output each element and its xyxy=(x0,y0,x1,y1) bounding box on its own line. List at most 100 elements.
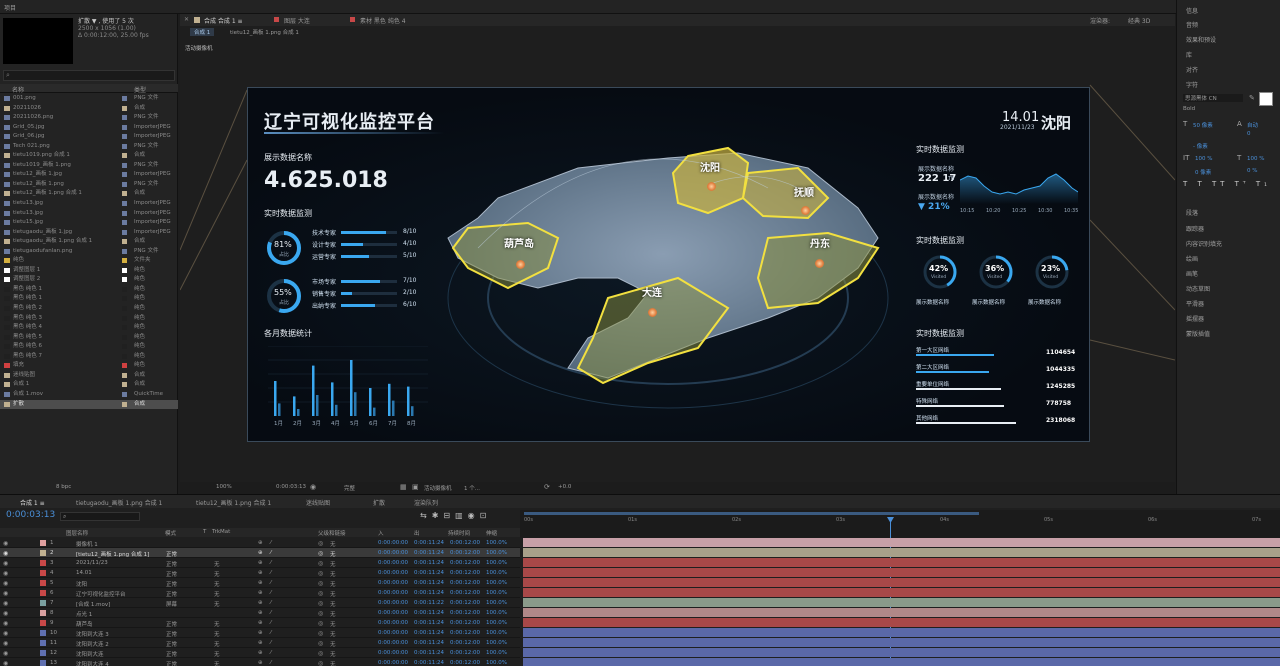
layer-parent[interactable]: 无 xyxy=(330,590,336,598)
layer-mode[interactable]: 正常 xyxy=(166,660,177,666)
pickwhip-icon[interactable]: ◎ xyxy=(318,660,323,666)
visibility-eye-icon[interactable]: ◉ xyxy=(3,580,8,587)
layer-out[interactable]: 0:00:11:24 xyxy=(414,560,444,566)
layer-stretch[interactable]: 100.0% xyxy=(486,620,507,626)
col-stretch[interactable]: 伸缩 xyxy=(486,529,497,537)
panel-tab[interactable]: 摇摆器 xyxy=(1186,314,1204,323)
layer-parent[interactable]: 无 xyxy=(330,650,336,658)
pickwhip-icon[interactable]: ◎ xyxy=(318,630,323,637)
layer-in[interactable]: 0:00:00:00 xyxy=(378,580,408,586)
layer-trkmat[interactable]: 无 xyxy=(214,620,220,628)
visibility-eye-icon[interactable]: ◉ xyxy=(3,650,8,657)
timeline-tab[interactable]: 迷线贴图 xyxy=(306,498,330,507)
layer-search-input[interactable]: ⌕ xyxy=(60,512,140,521)
project-item[interactable]: Grid_06.jpg ImporterJPEG xyxy=(0,132,178,142)
layer-out[interactable]: 0:00:11:24 xyxy=(414,590,444,596)
project-item[interactable]: tietugaodufanlan.png PNG 文件 xyxy=(0,247,178,257)
layer-in[interactable]: 0:00:00:00 xyxy=(378,650,408,656)
layer-duration-bar[interactable] xyxy=(523,648,1280,657)
layer-in[interactable]: 0:00:00:00 xyxy=(378,630,408,636)
view-count-select[interactable]: 1 个... xyxy=(464,484,480,492)
label-color-swatch[interactable] xyxy=(122,267,127,273)
layer-stretch[interactable]: 100.0% xyxy=(486,580,507,586)
pickwhip-icon[interactable]: ◎ xyxy=(318,650,323,657)
project-item[interactable]: tietu1019.png 合成 1 合成 xyxy=(0,151,178,161)
layer-duration[interactable]: 0:00:12:00 xyxy=(450,580,480,586)
layer-trkmat[interactable]: 无 xyxy=(214,660,220,666)
layer-name[interactable]: 辽宁可视化监控平台 xyxy=(76,590,126,598)
layer-trkmat[interactable]: 无 xyxy=(214,640,220,648)
project-item[interactable]: tietu12_画板 1.png 合成 1 合成 xyxy=(0,189,178,199)
viewer-timecode[interactable]: 0:00:03:13 xyxy=(276,484,306,490)
tab-layer[interactable]: 图层 大连 xyxy=(284,16,310,25)
layer-parent[interactable]: 无 xyxy=(330,660,336,666)
project-item[interactable]: tietu12_画板 1.png PNG 文件 xyxy=(0,180,178,190)
project-item[interactable]: 黑色 纯色 2 纯色 xyxy=(0,304,178,314)
layer-mode[interactable]: 正常 xyxy=(166,560,177,568)
tracking-value[interactable]: 0 xyxy=(1247,131,1251,137)
layer-duration[interactable]: 0:00:12:00 xyxy=(450,640,480,646)
layer-label-color[interactable] xyxy=(40,640,46,646)
timeline-tab[interactable]: tietu12_画板 1.png 合成 1 xyxy=(196,498,271,507)
baseline-value[interactable]: 0 像素 xyxy=(1195,168,1211,176)
layer-duration[interactable]: 0:00:12:00 xyxy=(450,570,480,576)
layer-out[interactable]: 0:00:11:24 xyxy=(414,620,444,626)
layer-switches[interactable]: ⊕ ⁄ xyxy=(258,550,274,556)
layer-mode[interactable]: 正常 xyxy=(166,630,177,638)
layer-name[interactable]: 14.01 xyxy=(76,570,92,576)
project-item[interactable]: tietu13.jpg ImporterJPEG xyxy=(0,209,178,219)
layer-row[interactable]: ◉ 4 14.01 正常 无 ⊕ ⁄ ◎ 无 0:00:00:00 0:00:11:24 0:00:… xyxy=(0,568,520,578)
project-item[interactable]: 纯色 文件夹 xyxy=(0,256,178,266)
layer-parent[interactable]: 无 xyxy=(330,630,336,638)
text-style-buttons[interactable]: T T TT Tᵀ T₁ xyxy=(1183,180,1271,188)
layer-out[interactable]: 0:00:11:24 xyxy=(414,580,444,586)
layer-name[interactable]: [tietu12_画板 1.png 合成 1] xyxy=(76,550,149,558)
layer-duration-bar[interactable] xyxy=(523,658,1280,666)
timeline-tab[interactable]: 合成 1 ≡ xyxy=(20,498,45,507)
panel-tab[interactable]: 字符 xyxy=(1186,80,1198,89)
visibility-eye-icon[interactable]: ◉ xyxy=(3,610,8,617)
visibility-eye-icon[interactable]: ◉ xyxy=(3,560,8,567)
panel-tab[interactable]: 内容识别填充 xyxy=(1186,239,1222,248)
pickwhip-icon[interactable]: ◎ xyxy=(318,550,323,557)
panel-tab[interactable]: 平滑器 xyxy=(1186,299,1204,308)
layer-parent[interactable]: 无 xyxy=(330,620,336,628)
project-item[interactable]: 黑色 纯色 4 纯色 xyxy=(0,323,178,333)
label-color-swatch[interactable] xyxy=(122,382,127,388)
label-color-swatch[interactable] xyxy=(122,401,127,407)
visibility-eye-icon[interactable]: ◉ xyxy=(3,640,8,647)
project-item[interactable]: 001.png PNG 文件 xyxy=(0,94,178,104)
layer-name[interactable]: 沈阳到大连 4 xyxy=(76,660,109,666)
visibility-eye-icon[interactable]: ◉ xyxy=(3,590,8,597)
layer-mode[interactable]: 正常 xyxy=(166,620,177,628)
resolution-select[interactable]: 完整 xyxy=(344,484,355,492)
work-area-bar[interactable] xyxy=(524,512,979,515)
panel-tab[interactable]: 对齐 xyxy=(1186,65,1198,74)
col-duration[interactable]: 持续时间 xyxy=(448,529,470,537)
layer-stretch[interactable]: 100.0% xyxy=(486,600,507,606)
layer-out[interactable]: 0:00:11:24 xyxy=(414,540,444,546)
layer-stretch[interactable]: 100.0% xyxy=(486,610,507,616)
pickwhip-icon[interactable]: ◎ xyxy=(318,560,323,567)
pickwhip-icon[interactable]: ◎ xyxy=(318,620,323,627)
font-weight-select[interactable]: Bold xyxy=(1183,106,1195,112)
layer-mode[interactable]: 正常 xyxy=(166,590,177,598)
label-color-swatch[interactable] xyxy=(122,191,127,197)
layer-parent[interactable]: 无 xyxy=(330,600,336,608)
project-item[interactable]: 黑色 纯色 5 纯色 xyxy=(0,333,178,343)
visibility-eye-icon[interactable]: ◉ xyxy=(3,540,8,547)
label-color-swatch[interactable] xyxy=(122,181,127,187)
label-color-swatch[interactable] xyxy=(122,220,127,226)
layer-out[interactable]: 0:00:11:24 xyxy=(414,610,444,616)
layer-switches[interactable]: ⊕ ⁄ xyxy=(258,580,274,586)
layer-in[interactable]: 0:00:00:00 xyxy=(378,620,408,626)
layer-duration-bar[interactable] xyxy=(523,618,1280,627)
project-item[interactable]: 调整图层 2 纯色 xyxy=(0,275,178,285)
project-item[interactable]: 合成 1 合成 xyxy=(0,380,178,390)
label-color-swatch[interactable] xyxy=(122,124,127,130)
layer-in[interactable]: 0:00:00:00 xyxy=(378,600,408,606)
layer-parent[interactable]: 无 xyxy=(330,540,336,548)
pickwhip-icon[interactable]: ◎ xyxy=(318,590,323,597)
layer-row[interactable]: ◉ 8 点光 1 ⊕ ⁄ ◎ 无 0:00:00:00 0:00:11:24 0:00:12:0… xyxy=(0,608,520,618)
panel-tab[interactable]: 信息 xyxy=(1186,6,1198,15)
